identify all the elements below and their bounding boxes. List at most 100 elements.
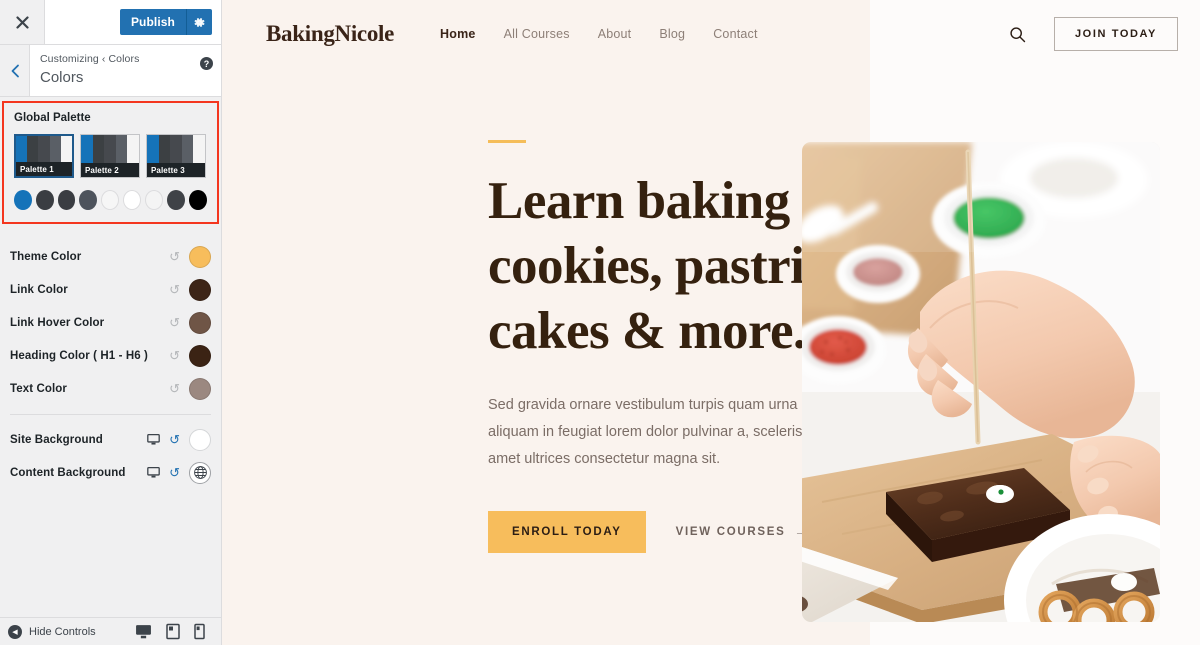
control-theme-color[interactable]: Theme Color ↺ (10, 240, 211, 273)
device-preview-buttons (135, 623, 213, 640)
palette-option-1[interactable]: Palette 1 (14, 134, 74, 178)
control-icons: ↺ (169, 316, 180, 329)
control-heading-color[interactable]: Heading Color ( H1 - H6 ) ↺ (10, 339, 211, 372)
page-title: Colors (40, 69, 84, 86)
panel-header: Customizing ‹ Colors Colors ? (0, 45, 221, 97)
control-label: Link Hover Color (10, 316, 105, 329)
search-icon[interactable] (1009, 26, 1026, 43)
panel-back-button[interactable] (0, 45, 30, 96)
collapse-arrow-icon: ◀ (8, 624, 22, 639)
control-icons: ↺ (169, 349, 180, 362)
nav-item-contact[interactable]: Contact (713, 27, 757, 41)
control-label: Link Color (10, 283, 68, 296)
customizer-sidebar: Publish Customizing ‹ Colors Colors ? Gl… (0, 0, 222, 645)
reset-icon[interactable]: ↺ (169, 250, 180, 263)
reset-icon[interactable]: ↺ (169, 283, 180, 296)
palette-option-2[interactable]: Palette 2 (80, 134, 140, 178)
join-today-button[interactable]: JOIN TODAY (1053, 17, 1178, 51)
nav-item-blog[interactable]: Blog (659, 27, 685, 41)
site-preview[interactable]: BakingNicole Home All Courses About Blog… (222, 0, 1200, 645)
control-label: Site Background (10, 433, 103, 446)
palette-dot-6[interactable] (123, 190, 142, 210)
section-divider (10, 414, 211, 415)
color-swatch[interactable] (189, 377, 211, 400)
hero-paragraph: Sed gravida ornare vestibulum turpis qua… (488, 397, 827, 467)
palette-dot-1[interactable] (14, 190, 32, 210)
sidebar-body: Global Palette Palette 1 Palette 2 Palet… (0, 97, 221, 617)
sidebar-footer: ◀ Hide Controls (0, 617, 221, 645)
color-swatch[interactable] (189, 344, 211, 367)
publish-group: Publish (119, 0, 221, 44)
desktop-icon[interactable] (147, 466, 160, 479)
color-swatch[interactable] (189, 245, 211, 268)
palette-option-3[interactable]: Palette 3 (146, 134, 206, 178)
view-courses-link[interactable]: VIEW COURSES → (676, 526, 808, 538)
palette-option-name: Palette 2 (81, 163, 139, 177)
panel-titles: Customizing ‹ Colors Colors (30, 45, 221, 96)
palette-dot-3[interactable] (57, 190, 76, 210)
control-icons: ↺ (169, 250, 180, 263)
control-icons: ↺ (147, 433, 180, 446)
color-swatch[interactable] (189, 428, 211, 451)
hero-heading-line-1: Learn baking (488, 172, 790, 230)
topbar-spacer (45, 0, 120, 44)
nav-item-all-courses[interactable]: All Courses (504, 27, 570, 41)
palette-options: Palette 1 Palette 2 Palette 3 (14, 134, 207, 178)
control-icons: ↺ (147, 466, 180, 479)
hero-heading-line-3: cakes & more. (488, 302, 806, 360)
reset-icon[interactable]: ↺ (169, 349, 180, 362)
control-label: Content Background (10, 466, 126, 479)
reset-icon[interactable]: ↺ (169, 433, 180, 446)
control-label: Heading Color ( H1 - H6 ) (10, 349, 148, 362)
control-link-color[interactable]: Link Color ↺ (10, 273, 211, 306)
site-nav-menu: Home All Courses About Blog Contact (440, 27, 758, 41)
control-icons: ↺ (169, 382, 180, 395)
control-label: Theme Color (10, 250, 82, 263)
control-link-hover-color[interactable]: Link Hover Color ↺ (10, 306, 211, 339)
desktop-icon[interactable] (147, 433, 160, 446)
palette-dot-4[interactable] (79, 190, 98, 210)
nav-item-about[interactable]: About (598, 27, 632, 41)
reset-icon[interactable]: ↺ (169, 466, 180, 479)
reset-icon[interactable]: ↺ (169, 382, 180, 395)
device-desktop-button[interactable] (135, 623, 152, 640)
globe-icon[interactable] (189, 461, 211, 484)
control-icons: ↺ (169, 283, 180, 296)
breadcrumb: Customizing ‹ Colors (40, 53, 140, 65)
palette-option-name: Palette 3 (147, 163, 205, 177)
color-controls: Theme Color ↺ Link Color ↺ Link Hover Co… (0, 240, 221, 405)
view-courses-label: VIEW COURSES (675, 526, 786, 538)
hide-controls-button[interactable]: ◀ Hide Controls (8, 624, 96, 639)
control-text-color[interactable]: Text Color ↺ (10, 372, 211, 405)
nav-item-home[interactable]: Home (440, 27, 476, 41)
customizer-topbar: Publish (0, 0, 221, 45)
palette-dot-9[interactable] (189, 190, 207, 210)
palette-dot-2[interactable] (35, 190, 54, 210)
control-site-background[interactable]: Site Background ↺ (10, 423, 211, 456)
hide-controls-label: Hide Controls (29, 625, 96, 638)
background-controls: Site Background ↺ Content Background ↺ (0, 423, 221, 489)
control-label: Text Color (10, 382, 68, 395)
customizer-app: Publish Customizing ‹ Colors Colors ? Gl… (0, 0, 1200, 645)
global-palette-label: Global Palette (14, 112, 91, 124)
close-customizer-button[interactable] (0, 0, 45, 44)
help-icon[interactable]: ? (200, 57, 213, 70)
hero-image (802, 142, 1160, 622)
device-mobile-button[interactable] (194, 623, 205, 640)
global-palette-section: Global Palette Palette 1 Palette 2 Palet… (2, 101, 219, 224)
device-tablet-button[interactable] (166, 623, 180, 640)
reset-icon[interactable]: ↺ (169, 316, 180, 329)
control-content-background[interactable]: Content Background ↺ (10, 456, 211, 489)
color-swatch[interactable] (189, 278, 211, 301)
publish-button[interactable]: Publish (119, 9, 186, 35)
palette-dot-8[interactable] (167, 190, 186, 210)
site-logo[interactable]: BakingNicole (266, 21, 394, 47)
palette-option-name: Palette 1 (16, 162, 72, 176)
palette-dot-5[interactable] (101, 190, 120, 210)
site-header: BakingNicole Home All Courses About Blog… (222, 0, 1200, 68)
palette-dot-7[interactable] (145, 190, 164, 210)
gear-icon[interactable] (186, 9, 212, 35)
enroll-today-button[interactable]: ENROLL TODAY (488, 511, 646, 553)
palette-color-dots (14, 190, 207, 210)
color-swatch[interactable] (189, 311, 211, 334)
